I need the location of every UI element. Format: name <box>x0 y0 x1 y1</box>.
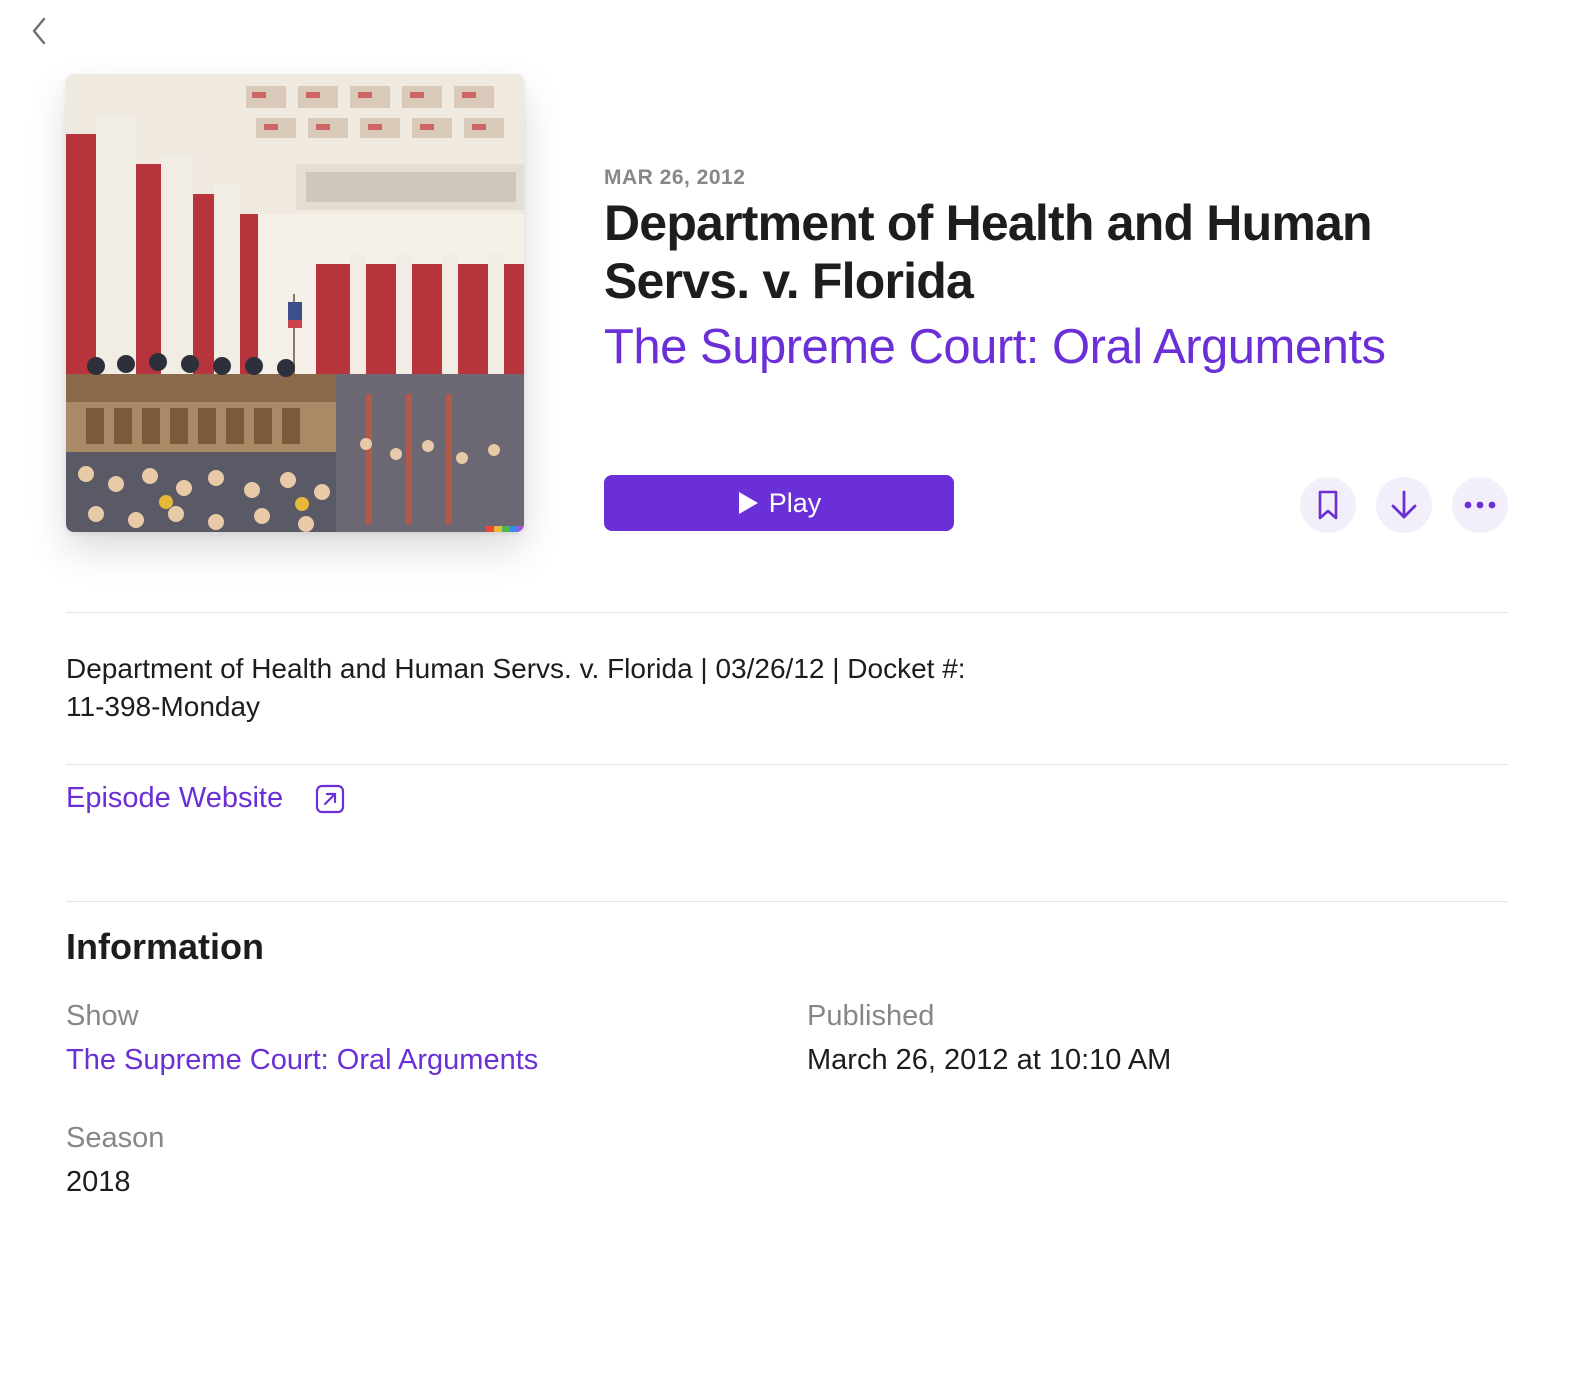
divider <box>66 612 1508 613</box>
published-label: Published <box>807 1000 935 1032</box>
play-icon <box>738 492 758 514</box>
episode-website-link[interactable]: Episode Website <box>66 782 345 815</box>
more-button[interactable] <box>1452 477 1508 533</box>
episode-date: MAR 26, 2012 <box>604 166 746 189</box>
play-button[interactable]: Play <box>604 475 954 531</box>
play-label: Play <box>768 487 822 518</box>
description-line: Department of Health and Human Servs. v.… <box>66 653 966 684</box>
back-button[interactable] <box>24 14 54 48</box>
season-label: Season <box>66 1122 165 1154</box>
bookmark-button[interactable] <box>1300 477 1356 533</box>
episode-title: Department of Health and Human Servs. v.… <box>604 195 1373 309</box>
episode-website-label: Episode Website <box>66 782 284 814</box>
information-heading: Information <box>66 926 264 967</box>
external-link-icon <box>315 784 345 813</box>
episode-artwork <box>66 74 524 532</box>
divider <box>66 901 1508 902</box>
episode-description: Department of Health and Human Servs. v.… <box>66 650 1066 726</box>
chevron-left-icon <box>32 17 46 45</box>
show-link[interactable]: The Supreme Court: Oral Arguments <box>604 318 1386 376</box>
season-value: 2018 <box>66 1166 131 1198</box>
more-icon <box>1464 501 1496 509</box>
download-icon <box>1391 490 1417 519</box>
published-value: March 26, 2012 at 10:10 AM <box>807 1044 1172 1076</box>
download-button[interactable] <box>1376 477 1432 533</box>
bookmark-icon <box>1318 490 1338 520</box>
show-value-link[interactable]: The Supreme Court: Oral Arguments <box>66 1044 538 1077</box>
description-line: 11-398-Monday <box>66 691 261 722</box>
show-label: Show <box>66 1000 139 1032</box>
divider <box>66 764 1508 765</box>
